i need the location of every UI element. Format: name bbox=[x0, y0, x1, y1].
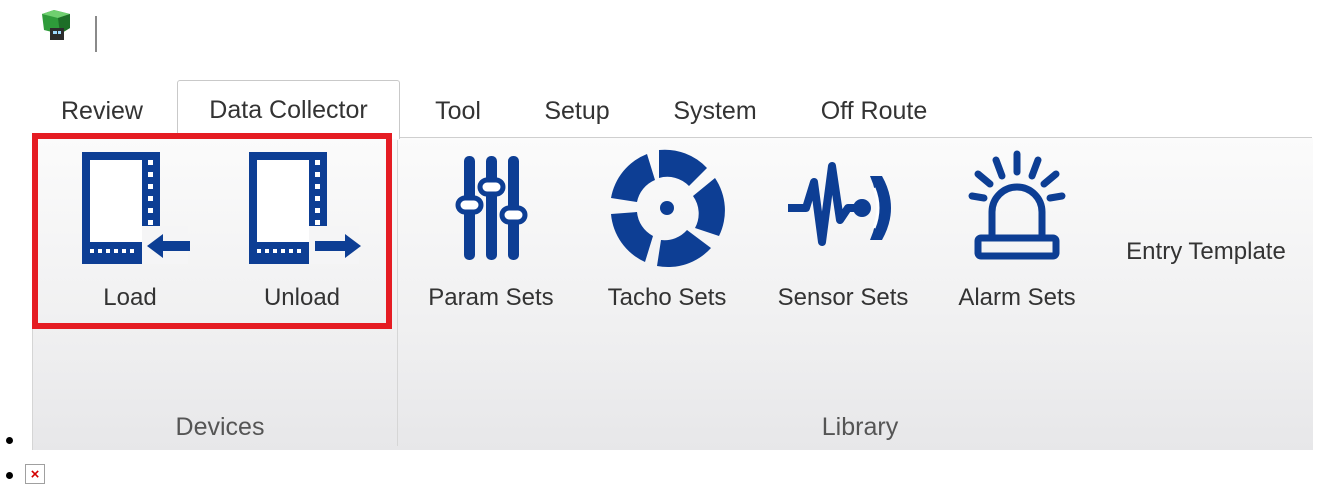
sliders-icon bbox=[455, 156, 528, 260]
param-sets-label: Param Sets bbox=[428, 284, 554, 311]
alarm-sets-label: Alarm Sets bbox=[958, 284, 1076, 311]
devices-group-label: Devices bbox=[175, 413, 265, 441]
tab-review[interactable]: Review bbox=[44, 84, 160, 138]
entry-template-label: Entry Template bbox=[1126, 238, 1286, 265]
app-logo-icon[interactable] bbox=[36, 8, 76, 48]
tab-tool[interactable]: Tool bbox=[416, 84, 500, 138]
device-unload-icon bbox=[249, 152, 361, 264]
tab-data-collector[interactable]: Data Collector bbox=[177, 80, 400, 139]
sensor-sets-button[interactable]: Sensor Sets bbox=[768, 146, 918, 316]
tab-off-route[interactable]: Off Route bbox=[800, 84, 948, 138]
broken-image-icon: × bbox=[25, 464, 45, 484]
quick-access-separator bbox=[95, 16, 97, 52]
param-sets-button[interactable]: Param Sets bbox=[416, 146, 566, 316]
tab-setup[interactable]: Setup bbox=[528, 84, 626, 138]
tacho-sets-button[interactable]: Tacho Sets bbox=[592, 146, 742, 316]
list-bullet bbox=[6, 437, 13, 444]
alarm-icon bbox=[968, 150, 1066, 260]
sensor-icon bbox=[788, 162, 891, 246]
group-separator bbox=[397, 140, 398, 446]
list-bullet bbox=[6, 472, 13, 479]
alarm-sets-button[interactable]: Alarm Sets bbox=[942, 146, 1092, 316]
load-button[interactable]: Load bbox=[60, 146, 200, 316]
sensor-sets-label: Sensor Sets bbox=[777, 284, 909, 311]
library-group-label: Library bbox=[821, 413, 899, 441]
load-label: Load bbox=[103, 284, 157, 311]
unload-label: Unload bbox=[263, 284, 341, 311]
device-load-icon bbox=[82, 152, 190, 264]
entry-template-button[interactable]: Entry Template bbox=[1108, 146, 1304, 316]
unload-button[interactable]: Unload bbox=[232, 146, 372, 316]
tacho-sets-label: Tacho Sets bbox=[607, 284, 727, 311]
tab-system[interactable]: System bbox=[660, 84, 770, 138]
tacho-icon bbox=[611, 149, 725, 268]
